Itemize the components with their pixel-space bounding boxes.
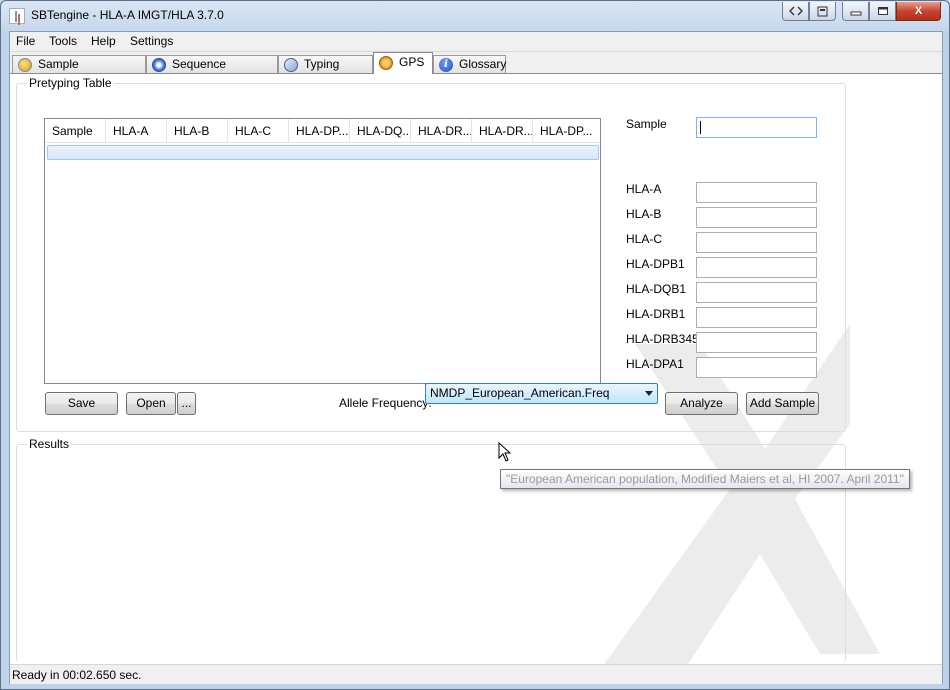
allele-frequency-value: NMDP_European_American.Freq bbox=[430, 386, 610, 400]
tab-typing-result[interactable]: Typing Result bbox=[278, 55, 373, 88]
allele-frequency-tooltip: "European American population, Modified … bbox=[500, 469, 910, 489]
hla-b-label: HLA-B bbox=[626, 207, 662, 221]
hla-dpa1-input[interactable] bbox=[696, 357, 817, 378]
maximize-icon bbox=[877, 7, 888, 15]
sequence-overview-icon bbox=[152, 58, 166, 72]
document-icon bbox=[817, 6, 827, 17]
add-sample-button[interactable]: Add Sample bbox=[746, 392, 819, 415]
hla-dqb1-label: HLA-DQB1 bbox=[626, 282, 687, 296]
hla-drb345-input[interactable] bbox=[696, 332, 817, 353]
app-icon bbox=[9, 8, 25, 24]
menu-help[interactable]: Help bbox=[91, 34, 116, 48]
tab-gps[interactable]: GPS bbox=[373, 52, 433, 74]
hla-dpb1-label: HLA-DPB1 bbox=[626, 257, 685, 271]
column-header-hla-b[interactable]: HLA-B bbox=[167, 119, 228, 143]
sample-input[interactable] bbox=[696, 117, 817, 138]
hla-dpb1-input[interactable] bbox=[696, 257, 817, 278]
menu-file[interactable]: File bbox=[16, 34, 35, 48]
tab-label: Glossary bbox=[459, 57, 507, 71]
hla-drb1-input[interactable] bbox=[696, 307, 817, 328]
pretyping-group-title: Pretyping Table bbox=[27, 76, 114, 90]
hla-drb1-label: HLA-DRB1 bbox=[626, 307, 686, 321]
tab-strip: Sample Management Sequence Overview Typi… bbox=[10, 52, 942, 88]
hla-c-input[interactable] bbox=[696, 232, 817, 253]
analyze-button[interactable]: Analyze bbox=[665, 392, 738, 415]
hla-a-input[interactable] bbox=[696, 182, 817, 203]
column-header-hla-dpb1[interactable]: HLA-DP... bbox=[289, 119, 350, 143]
minimize-button[interactable] bbox=[842, 2, 869, 21]
tab-glossary[interactable]: i Glossary bbox=[433, 55, 506, 74]
title-bar[interactable]: SBTengine - HLA-A IMGT/HLA 3.7.0 X bbox=[1, 1, 949, 31]
allele-frequency-select[interactable]: NMDP_European_American.Freq bbox=[425, 383, 658, 404]
sample-management-icon bbox=[18, 58, 32, 72]
column-header-hla-a[interactable]: HLA-A bbox=[106, 119, 167, 143]
chevron-down-icon bbox=[645, 391, 653, 396]
mouse-cursor-icon bbox=[498, 442, 512, 462]
gps-tab-page: Pretyping Table Sample HLA-A HLA-B HLA-C… bbox=[10, 73, 942, 684]
column-header-sample[interactable]: Sample bbox=[45, 119, 106, 143]
tab-sample-management[interactable]: Sample Management bbox=[12, 55, 146, 88]
caption-extra-button-1[interactable] bbox=[782, 2, 809, 21]
menu-tools[interactable]: Tools bbox=[49, 34, 77, 48]
hla-drb345-label: HLA-DRB345 bbox=[626, 332, 699, 346]
status-bar: Ready in 00:02.650 sec. bbox=[10, 664, 942, 684]
table-header: Sample HLA-A HLA-B HLA-C HLA-DP... HLA-D… bbox=[45, 119, 600, 143]
browse-button[interactable]: ... bbox=[177, 392, 196, 415]
hla-c-label: HLA-C bbox=[626, 232, 663, 246]
menu-bar: File Tools Help Settings bbox=[10, 32, 942, 52]
open-button[interactable]: Open bbox=[126, 392, 176, 415]
app-window: SBTengine - HLA-A IMGT/HLA 3.7.0 X File … bbox=[0, 0, 950, 690]
column-header-hla-drb1[interactable]: HLA-DR... bbox=[411, 119, 472, 143]
hla-dqb1-input[interactable] bbox=[696, 282, 817, 303]
window-title: SBTengine - HLA-A IMGT/HLA 3.7.0 bbox=[31, 8, 224, 22]
close-button[interactable]: X bbox=[896, 2, 941, 21]
typing-result-icon bbox=[284, 58, 298, 72]
hla-a-label: HLA-A bbox=[626, 182, 662, 196]
close-icon: X bbox=[914, 5, 923, 17]
column-header-hla-dpa1[interactable]: HLA-DP... bbox=[533, 119, 600, 143]
column-header-hla-drb345[interactable]: HLA-DR... bbox=[472, 119, 533, 143]
client-area: File Tools Help Settings Sample Manageme… bbox=[9, 31, 943, 684]
caption-extra-button-2[interactable] bbox=[809, 2, 836, 21]
allele-frequency-label: Allele Frequency: bbox=[339, 396, 432, 410]
maximize-button[interactable] bbox=[869, 2, 896, 21]
results-group-title: Results bbox=[27, 437, 72, 451]
sample-label: Sample bbox=[626, 117, 667, 131]
minimize-icon bbox=[850, 11, 861, 16]
status-text: Ready in 00:02.650 sec. bbox=[12, 668, 142, 682]
pretyping-table[interactable]: Sample HLA-A HLA-B HLA-C HLA-DP... HLA-D… bbox=[44, 118, 601, 384]
hla-dpa1-label: HLA-DPA1 bbox=[626, 357, 684, 371]
menu-settings[interactable]: Settings bbox=[130, 34, 173, 48]
hla-b-input[interactable] bbox=[696, 207, 817, 228]
info-icon: i bbox=[439, 58, 453, 72]
tab-label: GPS bbox=[399, 55, 425, 69]
column-header-hla-c[interactable]: HLA-C bbox=[228, 119, 289, 143]
table-row[interactable] bbox=[47, 145, 599, 160]
tab-sequence-overview[interactable]: Sequence Overview bbox=[146, 55, 278, 88]
save-button[interactable]: Save bbox=[45, 392, 118, 415]
code-brackets-icon bbox=[788, 6, 803, 16]
gps-icon bbox=[379, 56, 393, 70]
column-header-hla-dqb1[interactable]: HLA-DQ... bbox=[350, 119, 411, 143]
